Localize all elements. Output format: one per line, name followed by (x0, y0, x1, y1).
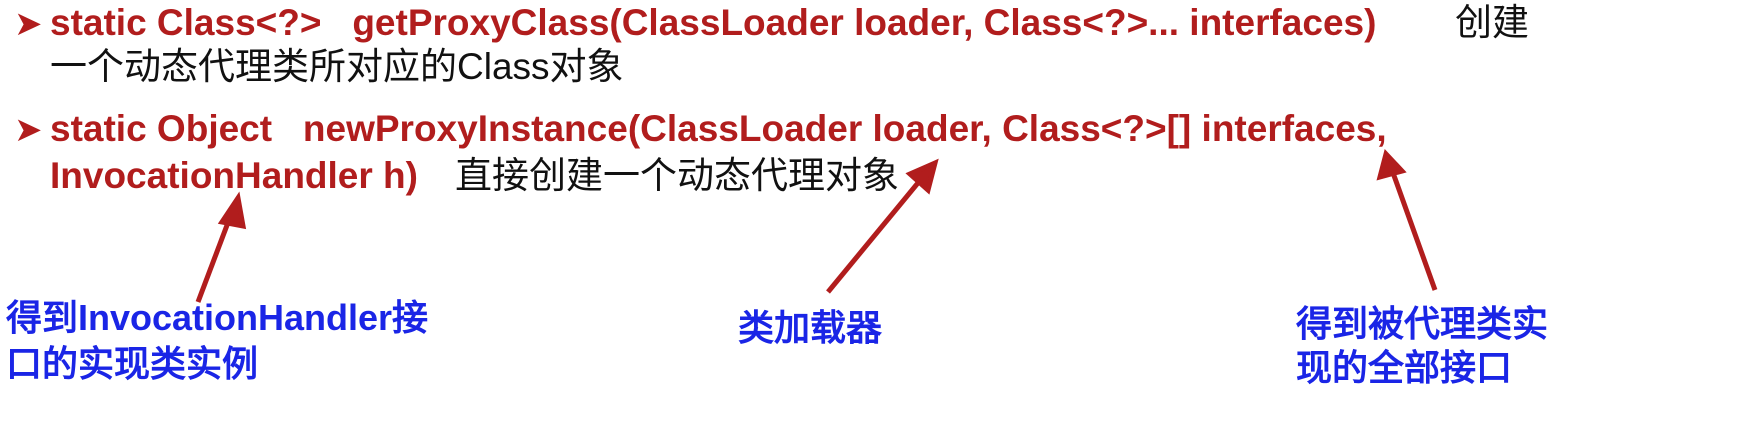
classloader-arrow (826, 176, 924, 294)
classloader-annotation: 类加载器 (738, 307, 883, 348)
handler-annotation-line2: 口的实现类实例 (6, 343, 259, 384)
interfaces-arrow (1389, 169, 1438, 291)
handler-arrow-head (217, 191, 247, 230)
handler-arrow (195, 211, 235, 303)
handler-annotation-line1: 得到InvocationHandler接 (6, 297, 429, 338)
interfaces-annotation-line1: 得到被代理类实 (1296, 303, 1549, 344)
interfaces-annotation-line2: 现的全部接口 (1296, 347, 1513, 388)
interfaces-arrow-head (1376, 148, 1407, 181)
